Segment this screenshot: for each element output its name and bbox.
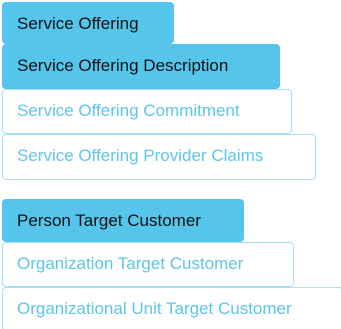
service-offering-group: Service Offering Service Offering Descri… [2,2,316,180]
target-customer-group: Person Target Customer Organization Targ… [2,199,341,329]
service-offering-provider-claims-button[interactable]: Service Offering Provider Claims [2,134,316,180]
organizational-unit-target-customer-button[interactable]: Organizational Unit Target Customer [2,287,341,329]
service-offering-description-button[interactable]: Service Offering Description [2,44,280,89]
organization-target-customer-button[interactable]: Organization Target Customer [2,242,294,287]
button-list-panel: Service Offering Service Offering Descri… [0,0,341,329]
service-offering-button[interactable]: Service Offering [2,2,174,44]
person-target-customer-button[interactable]: Person Target Customer [2,199,244,242]
service-offering-commitment-button[interactable]: Service Offering Commitment [2,89,292,134]
